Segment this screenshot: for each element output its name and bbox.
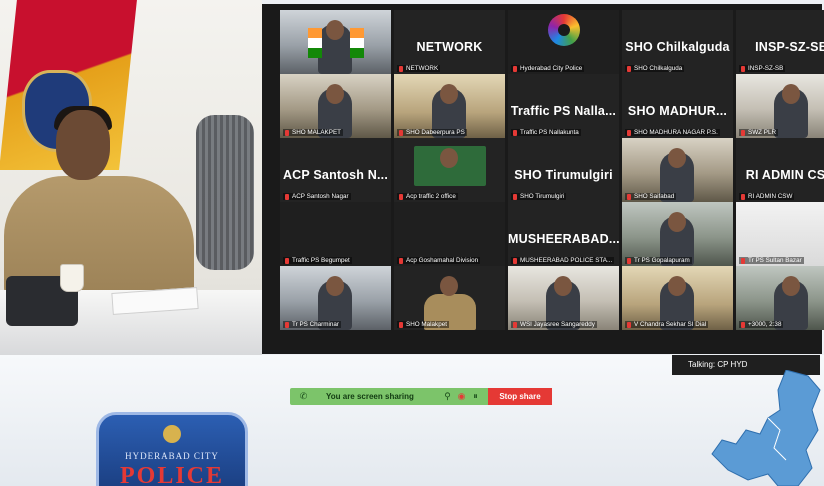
participant-name-label: SWZ PLR: [739, 129, 778, 136]
screen: NETWORK NETWORK Hyderabad City Police SHO C…: [0, 0, 824, 486]
participant-tile[interactable]: Hyderabad City Police: [508, 10, 619, 74]
talking-label: Talking: CP HYD: [688, 360, 748, 369]
participant-face: [440, 276, 458, 296]
record-icon[interactable]: ◉: [456, 391, 467, 402]
participant-name-label: Tr PS Sultan Bazar: [739, 257, 804, 264]
participant-face: [668, 148, 686, 168]
city-map-graphic: [711, 370, 821, 486]
participant-tile[interactable]: SHO Chilkalguda SHO Chilkalguda: [622, 10, 733, 74]
participant-name-label: Tr PS Charminar: [283, 321, 342, 328]
participant-name-label: MUSHEERABAD POLICE STA...: [511, 257, 615, 264]
participant-name-label: Traffic PS Begumpet: [283, 257, 352, 264]
screen-sharing-label: You are screen sharing: [326, 392, 414, 401]
participant-name-label: WSI Jayasree Sangareddy: [511, 321, 597, 328]
participant-tile[interactable]: MUSHEERABAD... MUSHEERABAD POLICE STA...: [508, 202, 619, 266]
participant-tile[interactable]: Traffic PS Nalla... Traffic PS Nallakunta: [508, 74, 619, 138]
participant-name-label: RI ADMIN CSW: [739, 193, 795, 200]
stop-share-button[interactable]: Stop share: [488, 388, 552, 405]
pause-icon[interactable]: ⏸: [470, 391, 481, 402]
participant-tile[interactable]: SHO Tirumulgiri SHO Tirumulgiri: [508, 138, 619, 202]
participant-tile[interactable]: RI ADMIN CSW RI ADMIN CSW: [736, 138, 824, 202]
participant-name-label: SHO Dabeerpura PS: [397, 129, 467, 136]
participant-tile[interactable]: Tr PS Charminar: [280, 266, 391, 330]
logo-line-2: POLICE: [119, 463, 224, 486]
participant-video: [280, 10, 391, 74]
participant-name-large: SHO MADHUR...: [627, 104, 728, 118]
phone-icon[interactable]: ✆: [298, 391, 309, 402]
participant-name-label: Traffic PS Nallakunta: [511, 129, 581, 136]
participant-name-label: NETWORK: [397, 65, 441, 72]
participant-tile[interactable]: Tr PS Gopalapuram: [622, 202, 733, 266]
participant-tile[interactable]: ACP Santosh N... ACP Santosh Nagar: [280, 138, 391, 202]
participant-face: [440, 84, 458, 104]
participant-tile[interactable]: V Chandra Sekhar SI Dial: [622, 266, 733, 330]
participant-tile[interactable]: WSI Jayasree Sangareddy: [508, 266, 619, 330]
office-chair: [196, 115, 254, 270]
participant-name-large: ACP Santosh N...: [282, 168, 389, 182]
participant-face: [668, 212, 686, 232]
participant-tile[interactable]: SHO Malakpet: [394, 266, 505, 330]
city-police-logo-icon: [548, 14, 580, 46]
participant-tile[interactable]: Tr PS Sultan Bazar: [736, 202, 824, 266]
participant-tile[interactable]: SHO Dabeerpura PS: [394, 74, 505, 138]
video-gallery: NETWORK NETWORK Hyderabad City Police SHO C…: [262, 4, 824, 354]
participant-name-label: Acp traffic 2 office: [397, 193, 458, 200]
hyderabad-police-logo: HYDERABAD CITY POLICE: [96, 412, 248, 486]
participant-tile[interactable]: SHO MADHUR... SHO MADHURA NAGAR P.S.: [622, 74, 733, 138]
participant-tile[interactable]: [280, 10, 391, 74]
participant-face: [782, 276, 800, 296]
flag-icon: [308, 28, 322, 58]
flag-icon: [350, 28, 364, 58]
participant-face: [326, 20, 344, 40]
participant-name-label: SHO Chilkalguda: [625, 65, 685, 72]
participant-name-label: V Chandra Sekhar SI Dial: [625, 321, 709, 328]
screen-share-bar[interactable]: ✆ You are screen sharing ⚲ ◉ ⏸ Stop shar…: [290, 388, 552, 405]
participant-name-large: NETWORK: [416, 40, 483, 54]
participant-name-label: +3000, 2:38: [739, 321, 784, 328]
pin-icon[interactable]: ⚲: [442, 391, 453, 402]
participant-tile[interactable]: SHO MALAKPET: [280, 74, 391, 138]
participant-name-label: SHO MADHURA NAGAR P.S.: [625, 129, 720, 136]
participant-tile[interactable]: Acp Goshamahal Division: [394, 202, 505, 266]
participant-face: [440, 148, 458, 168]
participant-name-label: SHO Malakpet: [397, 321, 449, 328]
participant-tile[interactable]: Acp traffic 2 office: [394, 138, 505, 202]
participant-name-label: ACP Santosh Nagar: [283, 193, 351, 200]
participant-name-large: Traffic PS Nalla...: [510, 104, 617, 118]
participant-name-label: SHO Saifabad: [625, 193, 677, 200]
participant-face: [782, 84, 800, 104]
participant-tile[interactable]: INSP-SZ-SB INSP-SZ-SB: [736, 10, 824, 74]
participant-name-large: SHO Chilkalguda: [625, 40, 730, 54]
participant-face: [326, 276, 344, 296]
participant-name-label: INSP-SZ-SB: [739, 65, 786, 72]
participant-name-label: Hyderabad City Police: [511, 65, 585, 72]
logo-line-1: HYDERABAD CITY: [125, 451, 219, 461]
participant-face: [326, 84, 344, 104]
participant-name-large: MUSHEERABAD...: [508, 232, 619, 246]
participant-name-label: SHO MALAKPET: [283, 129, 343, 136]
participant-tile[interactable]: SWZ PLR: [736, 74, 824, 138]
participant-name-large: INSP-SZ-SB: [755, 40, 824, 54]
participant-name-large: SHO Tirumulgiri: [514, 168, 613, 182]
participant-name-label: Acp Goshamahal Division: [397, 257, 481, 264]
participant-face: [554, 276, 572, 296]
cup: [60, 264, 84, 292]
participant-name-label: Tr PS Gopalapuram: [625, 257, 692, 264]
officer-face: [56, 110, 110, 180]
participant-face: [668, 276, 686, 296]
participant-name-large: RI ADMIN CSW: [745, 168, 824, 182]
participant-tile[interactable]: +3000, 2:38: [736, 266, 824, 330]
emblem-icon: [163, 425, 181, 443]
participant-tile[interactable]: Traffic PS Begumpet: [280, 202, 391, 266]
participant-name-label: SHO Tirumulgiri: [511, 193, 567, 200]
participant-tile[interactable]: SHO Saifabad: [622, 138, 733, 202]
participant-tile[interactable]: NETWORK NETWORK: [394, 10, 505, 74]
presenter-camera-feed: [0, 0, 262, 355]
